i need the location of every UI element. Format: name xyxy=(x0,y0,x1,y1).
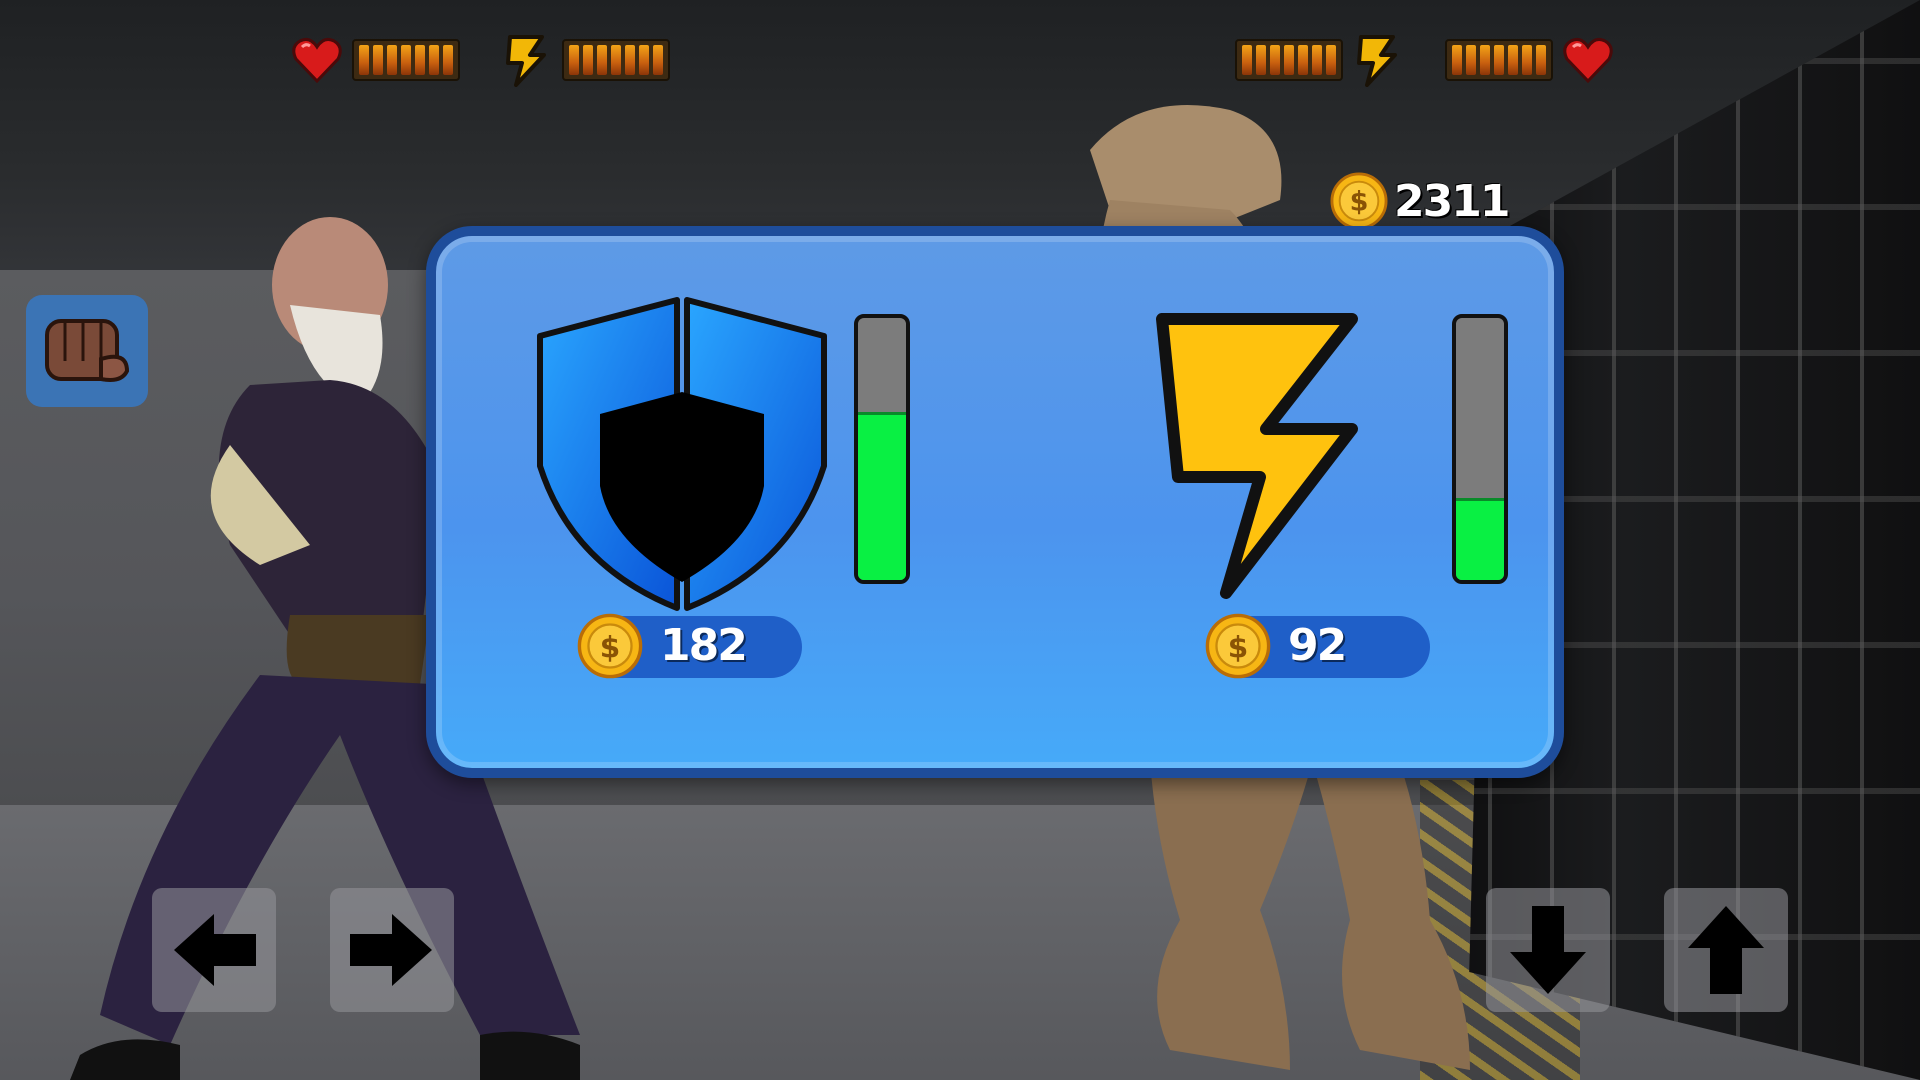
svg-text:$: $ xyxy=(1228,630,1249,664)
fist-icon xyxy=(45,319,130,382)
enemy-health-bar xyxy=(1445,39,1553,81)
bar-segment xyxy=(569,45,579,75)
bar-segment xyxy=(1312,45,1322,75)
coin-icon: $ xyxy=(1205,613,1271,679)
energy-level-meter xyxy=(1452,314,1508,584)
bar-segment xyxy=(1242,45,1252,75)
coin-total: $ 2311 xyxy=(1330,172,1510,230)
player-health xyxy=(290,33,460,87)
move-left-button[interactable] xyxy=(152,888,276,1012)
shield-upgrade[interactable]: $ 182 xyxy=(532,236,952,768)
crouch-button[interactable] xyxy=(1486,888,1610,1012)
bar-segment xyxy=(1284,45,1294,75)
player-health-bar xyxy=(352,39,460,81)
bar-segment xyxy=(583,45,593,75)
bar-segment xyxy=(1466,45,1476,75)
bar-segment xyxy=(611,45,621,75)
shield-price[interactable]: $ 182 xyxy=(577,613,802,679)
svg-text:$: $ xyxy=(1350,187,1369,218)
bar-segment xyxy=(1452,45,1462,75)
energy-price[interactable]: $ 92 xyxy=(1205,613,1430,679)
arrow-up-icon xyxy=(1688,906,1764,994)
bar-segment xyxy=(1480,45,1490,75)
player-energy-bar xyxy=(562,39,670,81)
bolt-icon xyxy=(506,35,546,87)
bar-segment xyxy=(359,45,369,75)
player-energy xyxy=(500,33,670,87)
heart-icon xyxy=(1563,38,1613,84)
bar-segment xyxy=(1494,45,1504,75)
coin-icon: $ xyxy=(577,613,643,679)
shield-price-value: 182 xyxy=(660,620,748,671)
energy-upgrade[interactable]: $ 92 xyxy=(1156,236,1576,768)
bar-segment xyxy=(1298,45,1308,75)
enemy-health xyxy=(1445,33,1615,87)
enemy-energy xyxy=(1235,33,1405,87)
bar-segment xyxy=(1326,45,1336,75)
bar-segment xyxy=(415,45,425,75)
bar-segment xyxy=(597,45,607,75)
arrow-left-icon xyxy=(174,914,256,986)
heart-icon xyxy=(292,38,342,84)
shield-level-meter xyxy=(854,314,910,584)
punch-button[interactable] xyxy=(26,295,148,407)
upgrade-shop-dialog: $ 182 $ 92 xyxy=(426,226,1564,778)
bar-segment xyxy=(625,45,635,75)
move-right-button[interactable] xyxy=(330,888,454,1012)
arrow-right-icon xyxy=(350,914,432,986)
bar-segment xyxy=(401,45,411,75)
bar-segment xyxy=(1522,45,1532,75)
bar-segment xyxy=(653,45,663,75)
energy-level-fill xyxy=(1456,498,1504,580)
lightning-icon xyxy=(1156,313,1358,599)
shield-icon xyxy=(537,297,827,611)
shield-level-fill xyxy=(858,411,906,580)
svg-text:$: $ xyxy=(600,630,621,664)
coin-icon: $ xyxy=(1330,172,1388,230)
player-hud xyxy=(290,30,670,90)
bar-segment xyxy=(443,45,453,75)
bar-segment xyxy=(1270,45,1280,75)
bolt-icon xyxy=(1357,35,1397,87)
coin-count: 2311 xyxy=(1394,175,1510,227)
enemy-energy-bar xyxy=(1235,39,1343,81)
bar-segment xyxy=(373,45,383,75)
bar-segment xyxy=(387,45,397,75)
bar-segment xyxy=(1536,45,1546,75)
jump-button[interactable] xyxy=(1664,888,1788,1012)
bar-segment xyxy=(429,45,439,75)
bar-segment xyxy=(639,45,649,75)
energy-price-value: 92 xyxy=(1288,620,1347,671)
bar-segment xyxy=(1508,45,1518,75)
bar-segment xyxy=(1256,45,1266,75)
enemy-hud xyxy=(1235,30,1615,90)
arrow-down-icon xyxy=(1510,906,1586,994)
